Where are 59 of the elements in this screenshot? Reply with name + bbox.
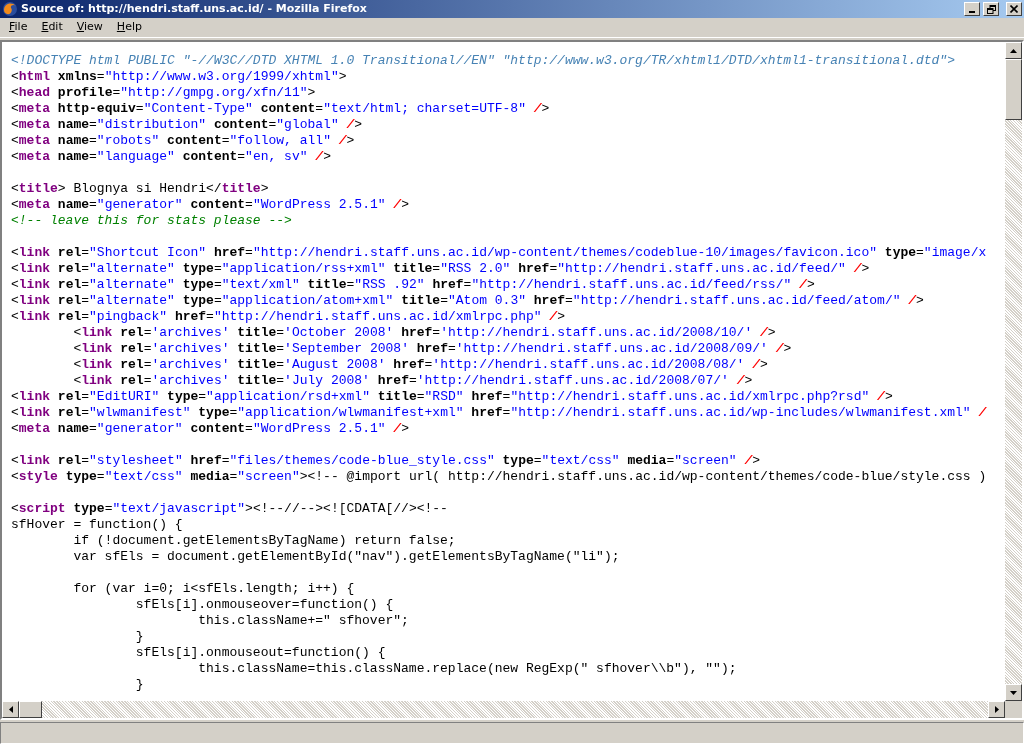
menu-item[interactable]: Edit	[34, 19, 70, 36]
down-arrow-icon	[1010, 690, 1017, 695]
up-arrow-icon	[1010, 48, 1017, 53]
code-line: <meta http-equiv="Content-Type" content="text/html; charset=UTF-8" />	[11, 101, 550, 117]
code-line: <link rel="alternate" type="text/xml" title="RSS .92" href="http://hendri.staff.uns.ac.id/feed/rss/" />	[11, 277, 815, 293]
code-line: <link rel="alternate" type="application/atom+xml" title="Atom 0.3" href="http://hendri.staff.uns.ac.id/feed/atom/" />	[11, 293, 924, 309]
code-line: <link rel='archives' title='August 2008' href='http://hendri.staff.uns.ac.id/2008/08/' />	[72, 357, 768, 373]
code-line: this.className=this.className.replace(new RegExp(" sfhover\\b"), "");	[197, 661, 737, 677]
code-line: <link rel="stylesheet" href="files/themes/code-blue_style.css" type="text/css" media="screen" />	[11, 453, 761, 469]
code-line: <title> Blognya si Hendri</title>	[11, 181, 269, 197]
code-line: this.className+=" sfhover";	[197, 613, 409, 629]
code-line: <head profile="http://gmpg.org/xfn/11">	[11, 85, 316, 101]
close-icon	[1010, 5, 1018, 13]
code-line: if (!document.getElementsByTagName) return false;	[72, 533, 456, 549]
restore-icon	[986, 4, 996, 14]
code-line: for (var i=0; i<sfEls.length; i++) {	[72, 581, 355, 597]
menu-item[interactable]: View	[69, 19, 110, 36]
menu-item[interactable]: Help	[109, 19, 149, 36]
code-line: var sfEls = document.getElementById("nav").getElementsByTagName("li");	[72, 549, 620, 565]
horizontal-scrollbar[interactable]	[2, 701, 1005, 718]
close-button[interactable]	[1006, 2, 1022, 16]
left-arrow-icon	[8, 706, 13, 713]
scrollbar-corner	[1005, 701, 1022, 718]
menu-item[interactable]: File	[2, 19, 35, 36]
scroll-right-button[interactable]	[988, 701, 1005, 718]
code-line: <meta name="robots" content="follow, all" />	[11, 133, 355, 149]
code-line: <meta name="generator" content="WordPress 2.5.1" />	[11, 421, 409, 437]
vertical-scrollbar[interactable]	[1005, 42, 1022, 701]
code-line: <html xmlns="http://www.w3.org/1999/xhtml">	[11, 69, 347, 85]
scrollbar-thumb[interactable]	[1005, 59, 1022, 120]
code-line: <meta name="distribution" content="global" />	[11, 117, 363, 133]
code-line: <meta name="generator" content="WordPress 2.5.1" />	[11, 197, 409, 213]
code-line: <!DOCTYPE html PUBLIC "-//W3C//DTD XHTML 1.0 Transitional//EN" "http://www.w3.org/TR/xhtml1/DTD/xhtml1-transitional.dtd">	[11, 53, 955, 69]
scrollbar-thumb[interactable]	[19, 701, 42, 718]
code-line: sfEls[i].onmouseover=function() {	[134, 597, 394, 613]
code-line: <script type="text/javascript"><!--//--><![CDATA[//><!--	[11, 501, 448, 517]
window-title: Source of: http://hendri.staff.uns.ac.id/ - Mozilla Firefox	[21, 0, 368, 17]
code-line: <meta name="language" content="en, sv" />	[11, 149, 331, 165]
right-arrow-icon	[994, 706, 999, 713]
code-line: <link rel="EditURI" type="application/rsd+xml" title="RSD" href="http://hendri.staff.uns.ac.id/xmlrpc.php?rsd" />	[11, 389, 893, 405]
restore-button[interactable]	[983, 2, 999, 16]
browser-logo-icon	[2, 1, 18, 17]
code-line: <link rel="pingback" href="http://hendri.staff.uns.ac.id/xmlrpc.php" />	[11, 309, 565, 325]
minimize-button[interactable]	[964, 2, 980, 16]
code-line: <style type="text/css" media="screen"><!-- @import url( http://hendri.staff.uns.ac.id/wp-content/themes/code-blue/style.css )	[11, 469, 987, 485]
code-line: <link rel="alternate" type="application/rss+xml" title="RSS 2.0" href="http://hendri.staff.uns.ac.id/feed/" />	[11, 261, 870, 277]
code-line: <!-- leave this for stats please -->	[11, 213, 292, 229]
code-line: <link rel='archives' title='September 2008' href='http://hendri.staff.uns.ac.id/2008/09/' />	[72, 341, 792, 357]
scroll-down-button[interactable]	[1005, 684, 1022, 701]
code-line: }	[134, 629, 144, 645]
code-line: sfEls[i].onmouseout=function() {	[134, 645, 386, 661]
scroll-left-button[interactable]	[2, 701, 19, 718]
scroll-up-button[interactable]	[1005, 42, 1022, 59]
code-line: }	[134, 677, 144, 693]
code-line: <link rel='archives' title='July 2008' href='http://hendri.staff.uns.ac.id/2008/07/' />	[72, 373, 753, 389]
code-line: <link rel="Shortcut Icon" href="http://hendri.staff.uns.ac.id/wp-content/themes/codeblue-10/images/favicon.ico" type="image/x	[11, 245, 987, 261]
code-line: <link rel="wlwmanifest" type="application/wlwmanifest+xml" href="http://hendri.staff.uns.ac.id/wp-includes/wlwmanifest.xml" /	[11, 405, 987, 421]
code-line: sfHover = function() {	[11, 517, 183, 533]
code-line: <link rel='archives' title='October 2008' href='http://hendri.staff.uns.ac.id/2008/10/' />	[72, 325, 776, 341]
